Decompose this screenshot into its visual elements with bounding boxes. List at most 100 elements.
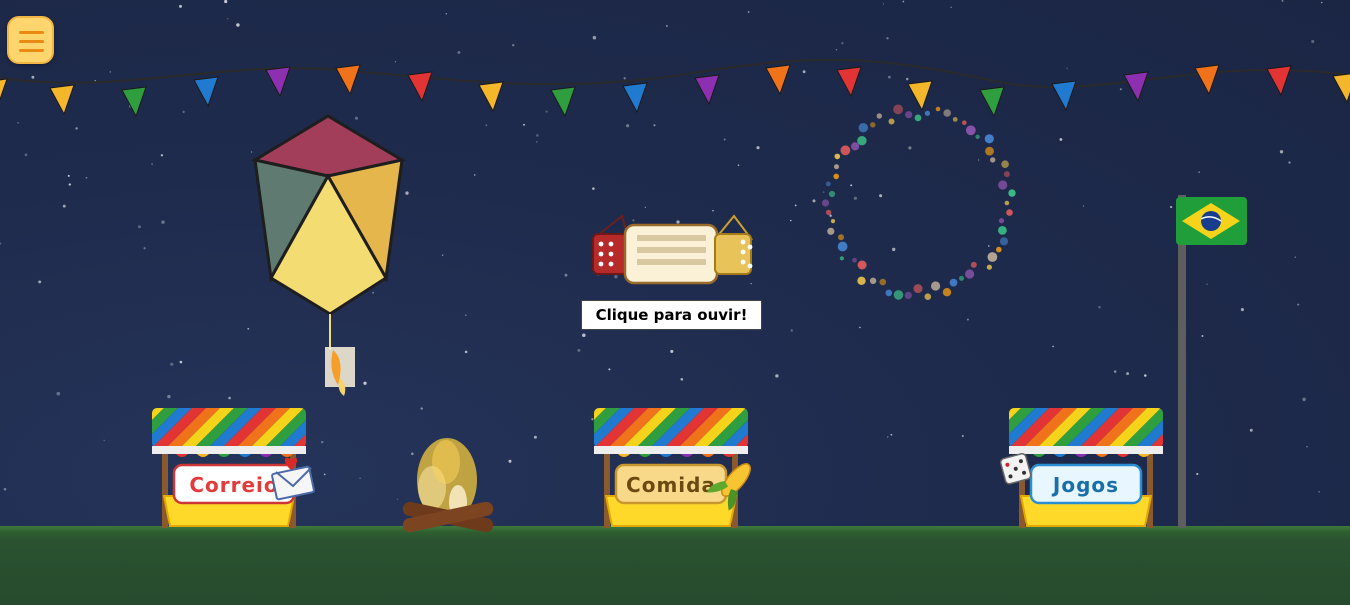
star [1206,283,1208,285]
star [712,210,714,212]
star [464,350,468,354]
star [582,333,586,338]
star [161,220,165,224]
brazil-flag-icon [1176,195,1247,528]
star [756,146,760,150]
star [394,61,397,63]
star [614,275,618,279]
firework-spark [888,118,895,125]
awning-stripe [776,408,830,448]
bunting-flag [407,71,433,103]
star [853,196,858,200]
firework-spark [858,123,868,133]
awning-stripe [1191,408,1245,448]
hamburger-icon [19,49,44,52]
star [908,146,912,150]
star [577,348,581,352]
star [1320,1,1323,4]
star [363,381,367,385]
firework-spark [913,284,923,294]
bunting-flag [1051,80,1077,112]
stall-jogos[interactable]: Jogos [953,408,1329,528]
awning-stripe [538,408,592,448]
awning-stripe [362,408,416,448]
awning-stripe [790,408,844,448]
bunting-flag [907,80,933,112]
dice-icon [999,453,1032,485]
star [961,434,964,438]
star [859,326,861,329]
firework-spark [905,111,913,119]
star [1297,303,1300,306]
firework-spark [1004,200,1010,206]
firework-spark [828,190,836,198]
listen-button[interactable]: Clique para ouvir! [581,300,762,330]
firework-spark [852,257,857,263]
awning-stripe [846,408,900,448]
accordion-icon[interactable] [591,214,753,285]
star [396,498,399,500]
awning-stripe [1247,408,1301,448]
star [160,154,164,157]
star [905,77,909,81]
firework-spark [984,134,994,144]
star [812,199,816,203]
star [623,77,626,80]
firework-spark [870,122,876,128]
star [1052,345,1054,348]
star [1318,490,1321,493]
star [17,121,19,124]
star [321,440,324,444]
menu-button[interactable] [7,16,54,64]
star [592,35,597,40]
firework-spark [825,209,832,216]
star [405,191,409,195]
firework-spark [1008,189,1016,197]
star [441,254,444,256]
star [723,138,726,141]
star [536,141,538,143]
star [886,37,889,40]
awning-stripe [348,408,402,448]
awning-stripe [1233,408,1287,448]
firework-spark [827,227,835,235]
bunting-flag [49,84,75,116]
star [250,151,253,153]
star [67,174,70,177]
firework-spark [952,117,958,122]
awning-stripe [818,408,872,448]
firework-spark [987,252,998,262]
star [228,396,231,400]
firework-spark [833,173,839,180]
firework-spark [893,104,903,115]
star [887,75,891,79]
star [966,318,969,321]
star [835,48,838,51]
firework-spark [879,278,887,286]
bunting-flag [1266,65,1292,97]
star [474,174,476,176]
star [167,394,171,399]
star [591,418,594,421]
star [1196,472,1199,476]
star [592,187,595,190]
firework-spark [985,146,994,156]
star [179,4,182,8]
awning-stripe [953,408,1007,448]
firework-spark [975,134,980,139]
awning-stripe [804,408,858,448]
firework-spark [935,106,941,112]
bunting-flag [765,64,791,96]
star [1066,67,1068,70]
stall-comida[interactable]: Comida [538,408,914,528]
firework-spark [924,110,931,116]
firework-spark [924,293,932,301]
star [829,214,832,217]
firework-spark [837,241,848,252]
firework-spark [1001,160,1009,168]
bunting-flag [622,82,648,114]
firework-spark [970,261,977,268]
firework-spark [838,234,844,241]
awning-stripe [1275,408,1329,448]
star [323,473,326,476]
